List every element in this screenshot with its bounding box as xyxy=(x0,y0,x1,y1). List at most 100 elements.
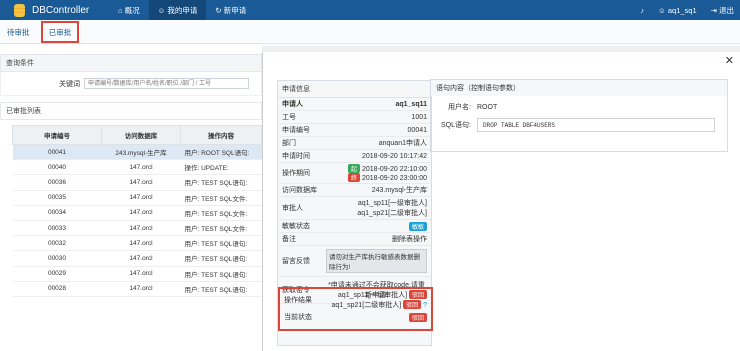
content-row: 用户名: ROOT xyxy=(431,102,727,112)
info-row: 操作期间 起 2018-09-20 22:10:00 终 2018-09-20 2… xyxy=(278,163,431,184)
info-key: 工号 xyxy=(282,114,296,121)
table-row[interactable]: 00028 147.orcl 用户: TEST SQL语句: xyxy=(12,281,262,297)
info-value: 2018-09-20 10:17:42 xyxy=(362,152,427,160)
nav-overview[interactable]: ⌂ 概况 xyxy=(109,0,149,20)
info-row: 工号 1001 xyxy=(278,111,431,124)
table-cell: 用户: TEST SQL语句: xyxy=(180,281,262,297)
column-header[interactable]: 操作内容 xyxy=(180,125,262,145)
info-row: 审批人 aq1_sp11[一级审批人] aq1_sp21[二级审批人] xyxy=(278,197,431,220)
nav-label: 概况 xyxy=(124,5,140,15)
logout-label: 退出 xyxy=(719,5,734,15)
table-cell: 147.orcl xyxy=(101,281,181,297)
info-key: 访问数据库 xyxy=(282,187,317,194)
table-row[interactable]: 00030 147.orcl 用户: TEST SQL语句: xyxy=(12,250,262,267)
table-cell: 用户: TEST SQL语句: xyxy=(180,250,262,267)
result-2: aq1_sp21[二级审批人] xyxy=(331,302,402,309)
table-row[interactable]: 00035 147.orcl 用户: TEST SQL文件: xyxy=(12,190,262,206)
nav-my-applications[interactable]: ☺ 我的申请 xyxy=(148,0,207,20)
table-row[interactable]: 00040 147.orcl 操作: UPDATE: xyxy=(12,159,262,176)
table-cell: 147.orcl xyxy=(101,174,181,191)
table-cell: 00029 xyxy=(12,266,102,282)
main-nav: ⌂ 概况 ☺ 我的申请 ↻ 新申请 xyxy=(109,0,255,20)
table-row[interactable]: 00034 147.orcl 用户: TEST SQL文件: xyxy=(12,205,262,221)
tab-approved[interactable]: 已审批 xyxy=(41,21,79,43)
table-cell: 用户: TEST SQL语句: xyxy=(180,266,262,282)
table-cell: 用户: TEST SQL语句: xyxy=(180,174,262,191)
search-input[interactable] xyxy=(84,78,249,89)
user-icon: ☺ xyxy=(157,5,168,15)
info-key: 留言反馈 xyxy=(282,258,310,265)
content-row: SQL语句: DROP TABLE DBF4USERS xyxy=(431,118,727,132)
keyword-label: 关键词 xyxy=(59,80,80,88)
info-row: 操作结果 aq1_sp11[一级审批人] 驳回 aq1_sp21[二级审批人] 驳… xyxy=(280,289,431,311)
table-cell: 00032 xyxy=(12,235,102,252)
table-cell: 用户: ROOT SQL语句: xyxy=(180,144,262,161)
table-row[interactable]: 00041 243.mysql-生产库 用户: ROOT SQL语句: xyxy=(12,144,262,161)
close-icon[interactable]: ✕ xyxy=(725,54,734,67)
end-badge: 终 xyxy=(348,173,361,182)
sensitive-badge: 敏敏 xyxy=(408,221,427,231)
info-row: 部门 anquan1申请人 xyxy=(278,137,431,150)
info-row: 访问数据库 243.mysql-生产库 xyxy=(278,184,431,197)
start-time: 2018-09-20 22:10:00 xyxy=(362,166,427,173)
table-cell: 操作: UPDATE: xyxy=(180,159,262,176)
content-title: 语句内容（控制语句参数） xyxy=(431,80,727,96)
info-value: 243.mysql-生产库 xyxy=(371,187,427,194)
info-value: anquan1申请人 xyxy=(378,140,427,147)
table-cell: 147.orcl xyxy=(101,205,181,221)
status-badge: 驳回 xyxy=(408,312,427,322)
info-key: 申请人 xyxy=(282,101,303,108)
info-value: 删除表操作 xyxy=(392,236,427,243)
table-cell: 用户: TEST SQL文件: xyxy=(180,190,262,206)
statement-content: 语句内容（控制语句参数） 用户名: ROOT SQL语句: DROP TABLE D… xyxy=(430,79,728,152)
table-cell: 用户: TEST SQL语句: xyxy=(180,235,262,252)
info-row: 申请人 aq1_sq11 xyxy=(278,98,431,111)
table-cell: 147.orcl xyxy=(101,190,181,206)
search-section-title: 查询条件 xyxy=(0,54,262,72)
table-cell: 147.orcl xyxy=(101,159,181,176)
info-key: 申请时间 xyxy=(282,153,310,160)
table-row[interactable]: 00032 147.orcl 用户: TEST SQL语句: xyxy=(12,235,262,252)
info-value: 00041 xyxy=(407,126,427,134)
table-cell: 147.orcl xyxy=(101,220,181,237)
search-row: 关键词 xyxy=(0,72,262,96)
result-1: aq1_sp11[一级审批人] xyxy=(337,292,408,299)
info-key: 操作期间 xyxy=(282,170,310,177)
info-value: aq1_sq11 xyxy=(395,100,427,108)
table-cell: 147.orcl xyxy=(101,266,181,282)
feedback-box: 请勿对生产库执行敏感表数据删除行为! xyxy=(326,249,427,273)
username: aq1_sq1 xyxy=(667,5,697,15)
result-highlight: 操作结果 aq1_sp11[一级审批人] 驳回 aq1_sp21[二级审批人] 驳… xyxy=(278,287,433,331)
bell-icon[interactable]: ♪ xyxy=(640,6,644,15)
info-value: 1001 xyxy=(411,113,427,121)
info-key: 备注 xyxy=(282,236,296,243)
info-key: 审批人 xyxy=(282,205,303,212)
logout-button[interactable]: ⇥ 退出 xyxy=(711,5,734,16)
table-row[interactable]: 00029 147.orcl 用户: TEST SQL语句: xyxy=(12,266,262,282)
column-header[interactable]: 申请编号 xyxy=(12,125,102,145)
approved-table: 申请编号 访问数据库 操作内容 00041 243.mysql-生产库 用户: RO… xyxy=(12,125,262,297)
reject-badge: 驳回 xyxy=(408,290,427,299)
table-cell: 00028 xyxy=(12,281,102,297)
info-row: 申请时间 2018-09-20 10:17:42 xyxy=(278,150,431,163)
logo[interactable]: DBController xyxy=(14,3,109,17)
nav-new-application[interactable]: ↻ 新申请 xyxy=(206,0,255,20)
info-row: 备注 删除表操作 xyxy=(278,233,431,246)
tab-pending[interactable]: 待审批 xyxy=(7,27,30,38)
table-cell: 00034 xyxy=(12,205,102,221)
info-key: 操作结果 xyxy=(284,297,312,304)
reject-badge: 驳回 xyxy=(403,300,422,309)
table-row[interactable]: 00033 147.orcl 用户: TEST SQL文件: xyxy=(12,220,262,237)
help-icon[interactable]: ? xyxy=(423,302,427,309)
table-row[interactable]: 00036 147.orcl 用户: TEST SQL语句: xyxy=(12,174,262,191)
table-cell: 00040 xyxy=(12,159,102,176)
sql-statement: DROP TABLE DBF4USERS xyxy=(477,118,715,132)
approver-2: aq1_sp21[二级审批人] xyxy=(357,210,427,217)
info-row: 当前状态 驳回 xyxy=(280,311,431,323)
list-title: 已审批列表 xyxy=(0,102,262,120)
table-cell: 00030 xyxy=(12,250,102,267)
info-title: 申请信息 xyxy=(278,81,431,98)
column-header[interactable]: 访问数据库 xyxy=(101,125,181,145)
table-cell: 用户: TEST SQL文件: xyxy=(180,220,262,237)
user-menu[interactable]: ☺ aq1_sq1 xyxy=(658,6,697,15)
